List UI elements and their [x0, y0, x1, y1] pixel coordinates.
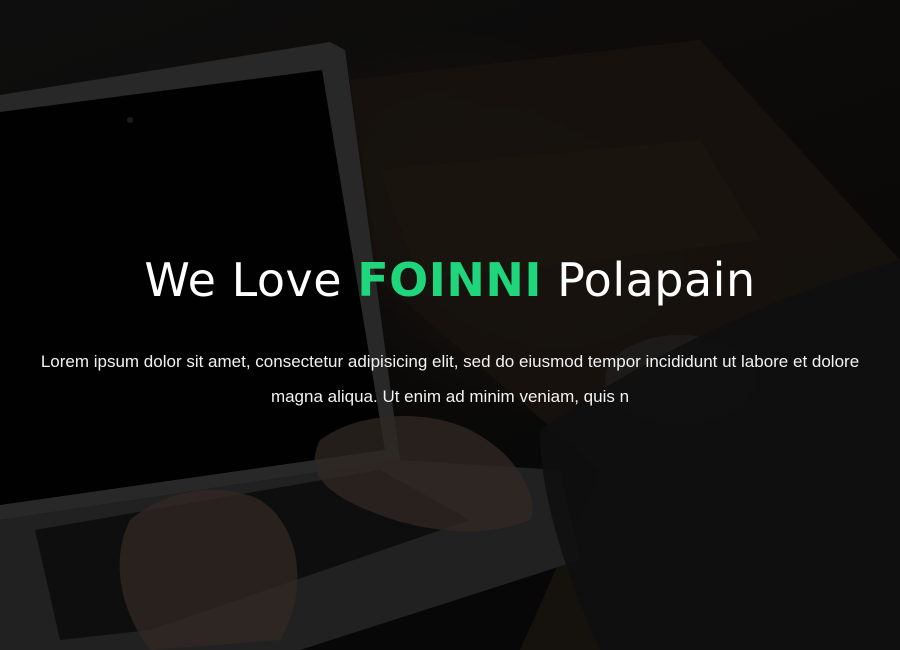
title-brand: FOINNI: [357, 253, 542, 307]
title-text-before: We Love: [144, 253, 343, 307]
hero-section: We Love FOINNI Polapain Lorem ipsum dolo…: [0, 0, 900, 650]
title-text-after: Polapain: [557, 253, 756, 307]
description-line-2: magna aliqua. Ut enim ad minim veniam, q…: [270, 387, 630, 406]
hero-content: We Love FOINNI Polapain Lorem ipsum dolo…: [0, 0, 900, 650]
hero-title: We Love FOINNI Polapain: [0, 250, 900, 310]
description-line-1: Lorem ipsum dolor sit amet, consectetur …: [40, 352, 860, 371]
hero-description: Lorem ipsum dolor sit amet, consectetur …: [0, 344, 900, 414]
